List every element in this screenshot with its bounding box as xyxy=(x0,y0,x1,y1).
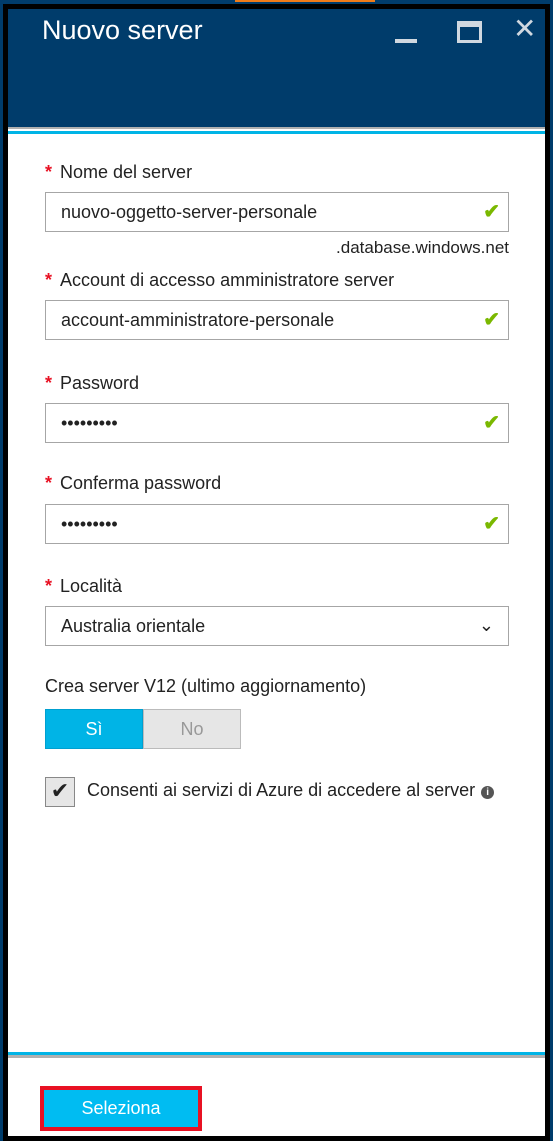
maximize-icon[interactable] xyxy=(457,21,482,43)
blade-header: Nuovo server ✕ xyxy=(8,9,545,129)
password-label: * Password xyxy=(45,373,140,393)
check-icon: ✔ xyxy=(483,201,500,223)
select-button[interactable]: Seleziona xyxy=(40,1086,202,1131)
v12-label: Crea server V12 (ultimo aggiornamento) xyxy=(45,676,367,696)
password-input[interactable]: ••••••••• ✔ xyxy=(45,403,509,443)
chevron-down-icon: ⌄ xyxy=(478,615,494,635)
azure-access-checkbox[interactable]: ✔ xyxy=(45,777,75,807)
check-icon: ✔ xyxy=(483,412,500,434)
v12-no-button[interactable]: No xyxy=(143,709,241,749)
active-indicator xyxy=(235,0,375,2)
info-icon[interactable]: i xyxy=(481,786,495,799)
v12-yes-button[interactable]: Sì xyxy=(45,709,143,749)
v12-toggle: Sì No xyxy=(45,709,241,749)
check-icon: ✔ xyxy=(483,513,500,535)
minimize-icon[interactable] xyxy=(395,39,417,43)
server-name-label: * Nome del server xyxy=(45,162,193,182)
check-icon: ✔ xyxy=(483,309,500,331)
form: * Nome del server nuovo-oggetto-server-pe… xyxy=(8,134,545,1055)
location-label: * Località xyxy=(45,576,123,596)
server-name-input[interactable]: nuovo-oggetto-server-personale ✔ xyxy=(45,192,509,232)
confirm-password-input[interactable]: ••••••••• ✔ xyxy=(45,504,509,544)
azure-access-label: Consenti ai servizi di Azure di accedere… xyxy=(87,780,495,801)
location-select[interactable]: Australia orientale ⌄ xyxy=(45,606,509,646)
server-domain-suffix: .database.windows.net xyxy=(336,238,509,257)
blade-title: Nuovo server xyxy=(42,15,203,45)
admin-login-label: * Account di accesso amministratore serve… xyxy=(45,270,395,290)
close-icon[interactable]: ✕ xyxy=(513,15,536,43)
confirm-password-label: * Conferma password xyxy=(45,473,222,493)
admin-login-input[interactable]: account-amministratore-personale ✔ xyxy=(45,300,509,340)
blade: Nuovo server ✕ * Nome del server nuovo-og… xyxy=(3,4,550,1141)
footer-divider xyxy=(8,1055,545,1058)
